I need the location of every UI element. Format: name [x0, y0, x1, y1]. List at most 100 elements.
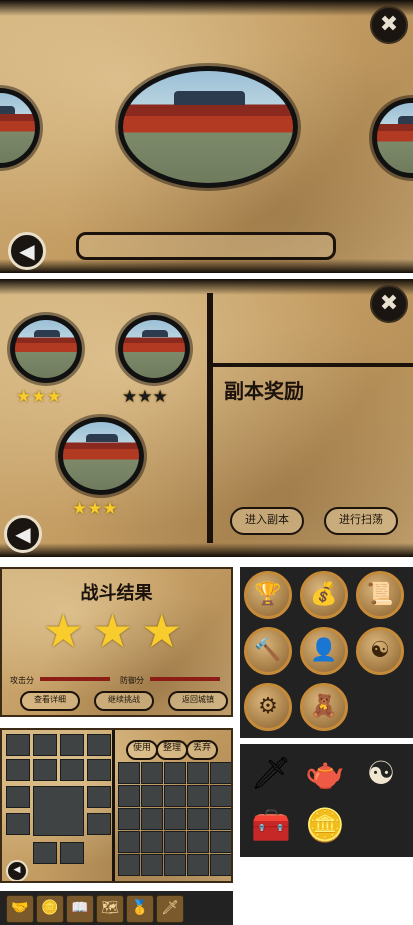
back-button[interactable]: ◀: [4, 515, 42, 553]
continue-challenge-button[interactable]: 继续挑战: [94, 691, 154, 711]
grid-cell[interactable]: [164, 808, 186, 830]
star-icon: ★: [31, 387, 47, 407]
stage-stars-3: ★★★: [72, 499, 118, 519]
grid-cell[interactable]: [118, 785, 140, 807]
book-icon[interactable]: 📖: [66, 895, 94, 923]
location-orb-left[interactable]: [0, 88, 40, 168]
hammer-icon[interactable]: 🔨: [244, 627, 292, 675]
grid-cell[interactable]: [87, 786, 111, 808]
grid-cell[interactable]: [210, 854, 231, 876]
grid-cell[interactable]: [118, 762, 140, 784]
grid-cell[interactable]: [87, 734, 111, 756]
grid-cell[interactable]: [141, 854, 163, 876]
panel-divider: [207, 293, 213, 543]
grid-cell[interactable]: [187, 854, 209, 876]
star-icon: ★: [102, 499, 118, 519]
character-icon[interactable]: 👤: [300, 627, 348, 675]
bagua-icon[interactable]: ☯: [358, 750, 404, 796]
grid-cell[interactable]: [141, 762, 163, 784]
grid-cell[interactable]: [210, 785, 231, 807]
use-tab[interactable]: 使用: [126, 740, 158, 760]
grid-cell[interactable]: [87, 813, 111, 835]
grid-cell[interactable]: [60, 734, 84, 756]
location-orb-right[interactable]: [372, 98, 413, 178]
grid-cell[interactable]: [6, 813, 30, 835]
grid-cell[interactable]: [60, 759, 84, 781]
grid-cell[interactable]: [141, 785, 163, 807]
reward-title: 副本奖励: [224, 379, 304, 403]
close-button[interactable]: ✖: [370, 6, 408, 44]
map-icon[interactable]: 🗺: [96, 895, 124, 923]
sword-icon[interactable]: 🗡: [156, 895, 184, 923]
enter-dungeon-button[interactable]: 进入副本: [230, 507, 304, 535]
discard-tab[interactable]: 丢弃: [186, 740, 218, 760]
scroll-icon[interactable]: 📜: [356, 571, 404, 619]
skill-icon-grid: 🏆 💰 📜 🔨 👤 ☯ ⚙ 🧸: [240, 567, 413, 738]
attack-score-label: 攻击分: [10, 676, 34, 685]
close-button[interactable]: ✖: [370, 285, 408, 323]
stage-orb-2[interactable]: [118, 315, 190, 383]
reward-area-divider: [213, 363, 413, 367]
sort-tab[interactable]: 整理: [156, 740, 188, 760]
stage-stars-2: ★★★: [122, 387, 168, 407]
sword-shield-icon[interactable]: 🗡: [248, 750, 294, 796]
yin-yang-icon[interactable]: ☯: [356, 627, 404, 675]
handshake-icon[interactable]: 🤝: [6, 895, 34, 923]
ink-border-top: [0, 0, 413, 16]
grid-cell[interactable]: [141, 831, 163, 853]
defense-score-label: 防御分: [120, 676, 144, 685]
grid-cell[interactable]: [6, 734, 30, 756]
grid-cell[interactable]: [118, 831, 140, 853]
grid-cell[interactable]: [33, 734, 57, 756]
grid-cell[interactable]: [164, 762, 186, 784]
grid-cell[interactable]: [33, 759, 57, 781]
view-details-button[interactable]: 查看详细: [20, 691, 80, 711]
grid-cell[interactable]: [118, 854, 140, 876]
ink-border-bottom: [0, 543, 413, 557]
gold-ingot-icon[interactable]: 🥇: [126, 895, 154, 923]
teapot-icon[interactable]: 🫖: [302, 750, 348, 796]
grid-cell[interactable]: [210, 808, 231, 830]
grid-cell[interactable]: [33, 842, 57, 864]
grid-cell[interactable]: [6, 759, 30, 781]
grid-cell[interactable]: [141, 808, 163, 830]
chalice-icon[interactable]: 🏆: [244, 571, 292, 619]
stage-orb-3[interactable]: [58, 417, 144, 495]
chest-icon[interactable]: 🧰: [248, 802, 294, 848]
character-slot[interactable]: [33, 786, 84, 836]
map-select-panel: ✖ ◀: [0, 0, 413, 273]
gears-icon[interactable]: ⚙: [244, 683, 292, 731]
star-icon: ★: [141, 604, 191, 658]
star-icon: ★: [152, 387, 168, 407]
grid-cell[interactable]: [164, 831, 186, 853]
grid-cell[interactable]: [187, 762, 209, 784]
result-stars: ★★★: [2, 605, 231, 657]
grid-cell[interactable]: [210, 762, 231, 784]
back-icon[interactable]: ◀: [6, 860, 28, 881]
inventory-divider: [112, 730, 115, 881]
location-orb-center[interactable]: [118, 66, 298, 188]
return-town-button[interactable]: 返回城镇: [168, 691, 228, 711]
grid-cell[interactable]: [187, 831, 209, 853]
sweep-button[interactable]: 进行扫荡: [324, 507, 398, 535]
coin-icon[interactable]: 🪙: [36, 895, 64, 923]
back-button[interactable]: ◀: [8, 232, 46, 270]
grid-cell[interactable]: [164, 854, 186, 876]
star-icon: ★: [122, 387, 138, 407]
stage-orb-1[interactable]: [10, 315, 82, 383]
coins-icon[interactable]: 🪙: [302, 802, 348, 848]
star-icon: ★: [72, 499, 88, 519]
grid-cell[interactable]: [6, 786, 30, 808]
grid-cell[interactable]: [187, 808, 209, 830]
grid-cell[interactable]: [187, 785, 209, 807]
grid-cell[interactable]: [210, 831, 231, 853]
defense-score-bar: [150, 677, 220, 681]
money-bag-icon[interactable]: 💰: [300, 571, 348, 619]
grid-cell[interactable]: [118, 808, 140, 830]
dolls-icon[interactable]: 🧸: [300, 683, 348, 731]
grid-cell[interactable]: [87, 759, 111, 781]
star-icon: ★: [16, 387, 32, 407]
toolbar-strip: 🤝 🪙 📖 🗺 🥇 🗡: [0, 891, 233, 925]
grid-cell[interactable]: [60, 842, 84, 864]
grid-cell[interactable]: [164, 785, 186, 807]
